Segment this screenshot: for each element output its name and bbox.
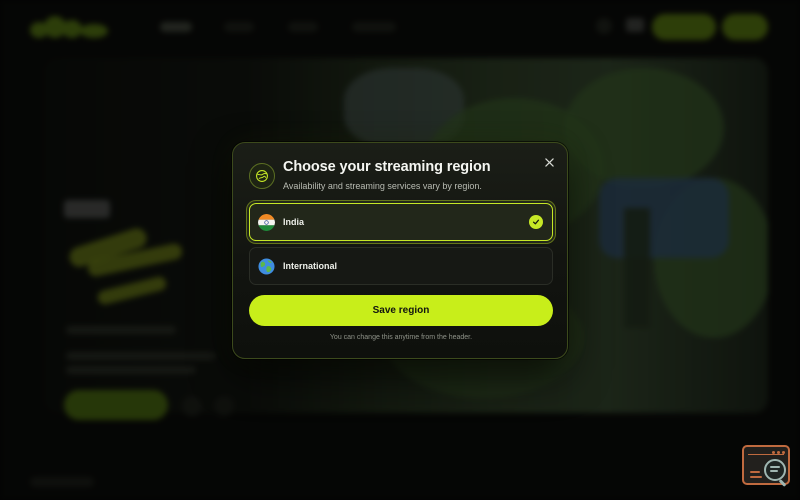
save-region-button[interactable]: Save region: [249, 295, 553, 326]
region-option-label: India: [283, 217, 305, 227]
close-button[interactable]: [540, 153, 558, 171]
region-modal: Choose your streaming region Availabilit…: [232, 142, 568, 359]
region-option-india[interactable]: India: [249, 203, 553, 241]
modal-footnote: You can change this anytime from the hea…: [329, 334, 473, 341]
region-option-international[interactable]: International: [249, 247, 553, 285]
india-flag-icon: [258, 213, 275, 231]
close-icon: [544, 157, 554, 167]
modal-subtitle: Availability and streaming services vary…: [283, 181, 482, 191]
globe-icon: [249, 163, 275, 189]
check-icon: [529, 215, 543, 229]
terminal-search-icon[interactable]: [742, 445, 790, 487]
globe-earth-icon: [258, 257, 275, 275]
modal-title: Choose your streaming region: [283, 159, 491, 175]
region-option-label: International: [283, 261, 338, 271]
